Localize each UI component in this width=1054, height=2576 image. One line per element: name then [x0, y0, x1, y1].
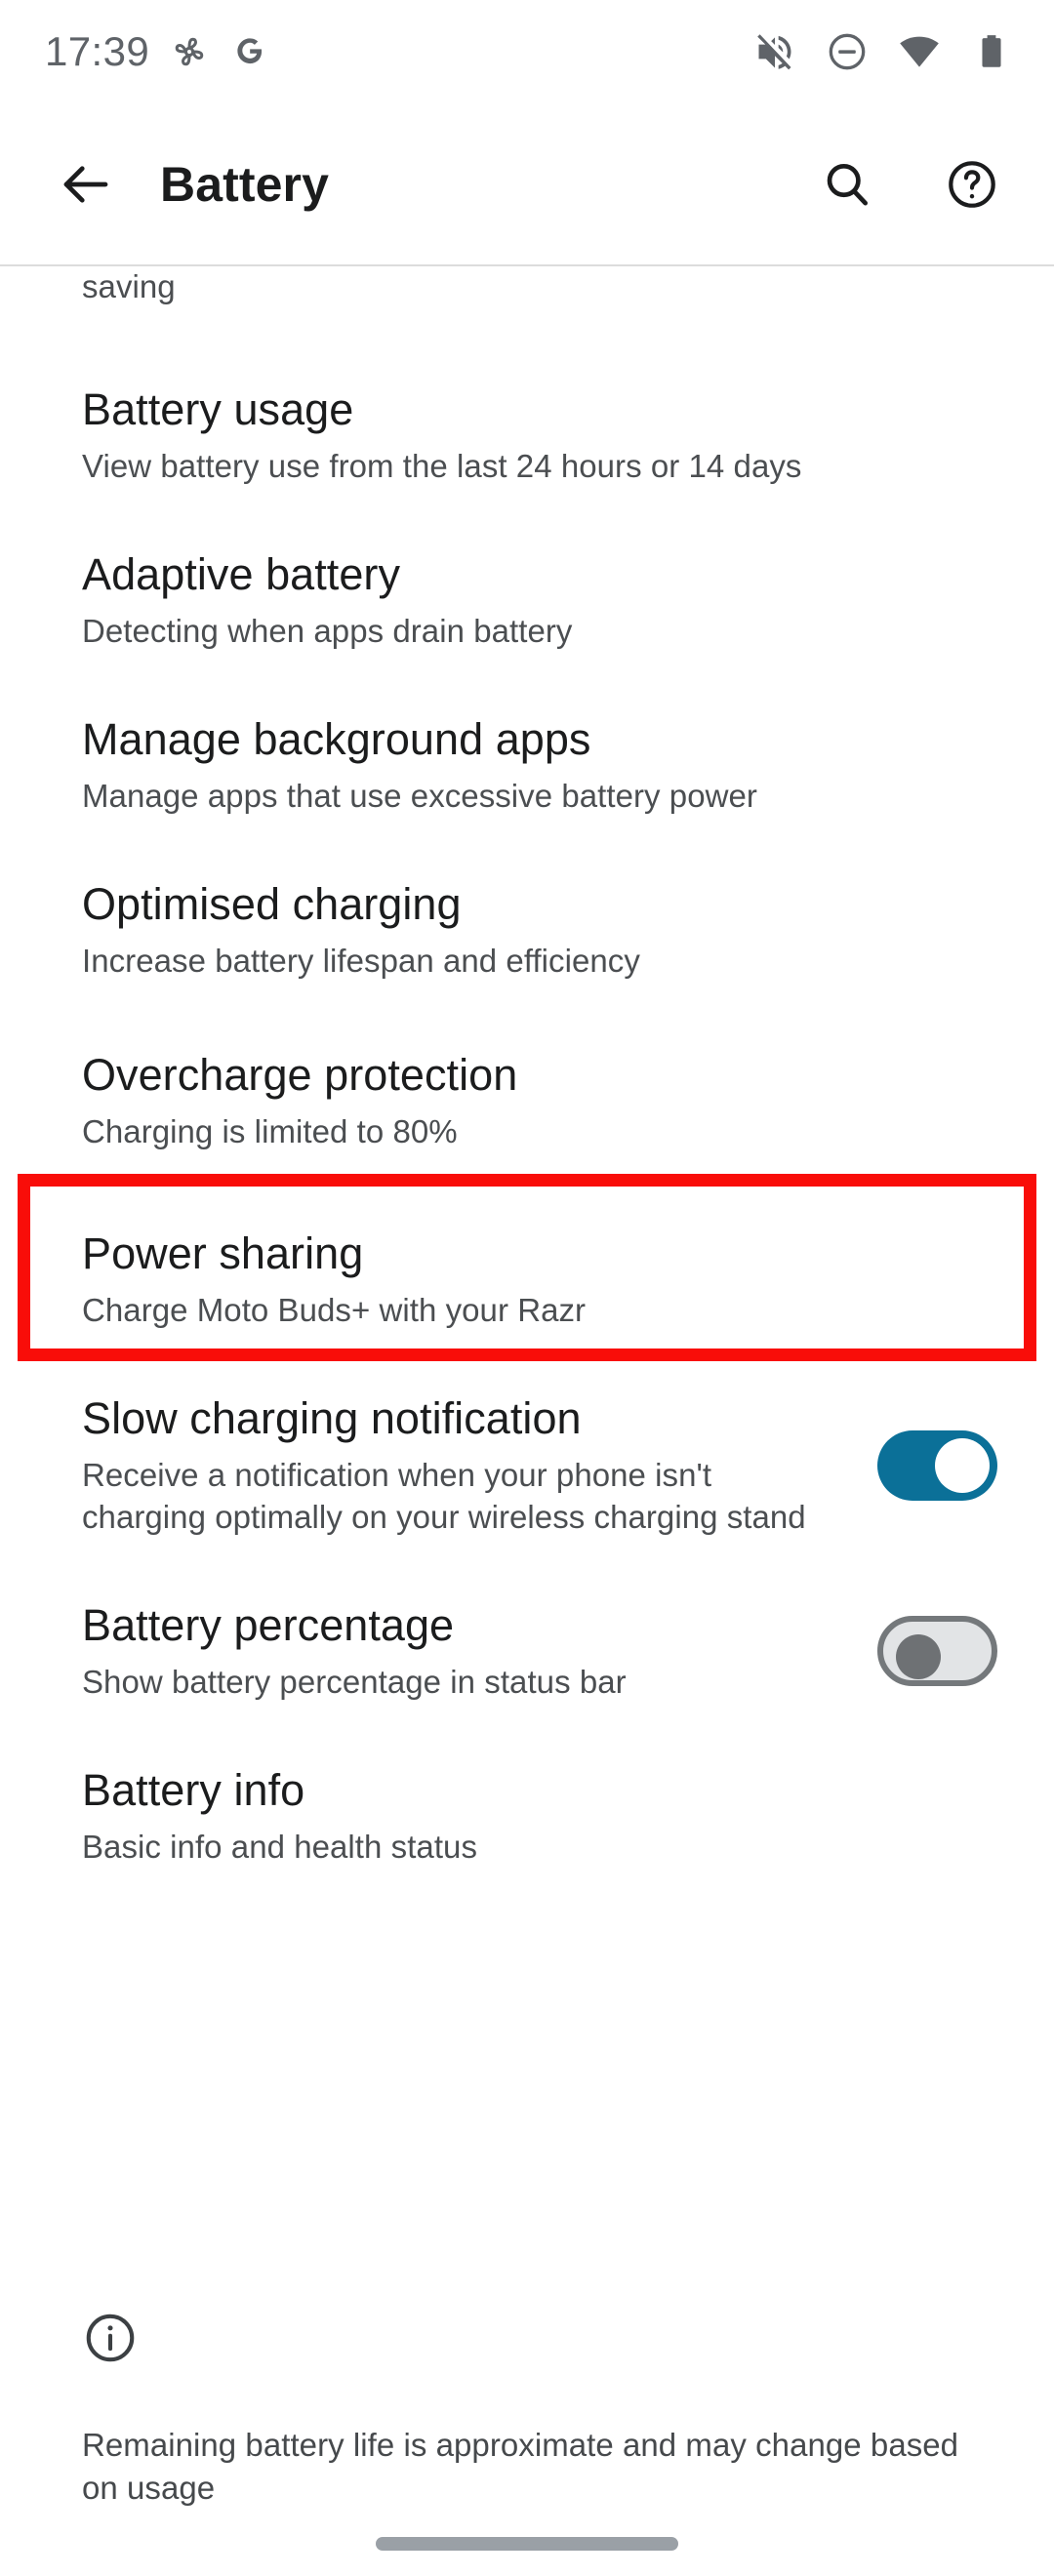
- list-item-title: Power sharing: [82, 1228, 364, 1278]
- help-button[interactable]: [927, 140, 1017, 229]
- list-item-title: Battery percentage: [82, 1599, 455, 1650]
- footer-note-text: Remaining battery life is approximate an…: [82, 2427, 959, 2506]
- list-item-text: Battery usage View battery use from the …: [82, 383, 1013, 488]
- home-gesture-bar[interactable]: [376, 2537, 678, 2551]
- wifi-icon: [900, 36, 939, 67]
- list-item-title: Optimised charging: [82, 878, 462, 929]
- battery-settings-screen: 17:39 Battery saving Battery usage View …: [0, 0, 1054, 2576]
- list-item-adaptive-battery[interactable]: Adaptive battery Detecting when apps dra…: [0, 548, 1054, 653]
- help-circle-icon: [949, 160, 995, 208]
- list-item-subtitle: saving: [82, 268, 176, 304]
- list-item-title: Slow charging notification: [82, 1392, 582, 1443]
- do-not-disturb-icon: [829, 33, 866, 69]
- back-arrow-icon: [63, 165, 108, 203]
- list-item-text: Adaptive battery Detecting when apps dra…: [82, 548, 1013, 653]
- google-g-icon: [237, 37, 263, 63]
- status-bar-left: 17:39: [45, 27, 270, 74]
- list-item-text: Overcharge protection Charging is limite…: [82, 1049, 1013, 1153]
- settings-list[interactable]: saving Battery usage View battery use fr…: [0, 266, 1054, 1869]
- list-item-subtitle: View battery use from the last 24 hours …: [82, 448, 802, 485]
- footer-note-block: Remaining battery life is approximate an…: [0, 2310, 1054, 2510]
- search-button[interactable]: [802, 140, 892, 229]
- list-item-battery-percentage[interactable]: Battery percentage Show battery percenta…: [0, 1599, 1054, 1704]
- list-item-title: Manage background apps: [82, 713, 591, 764]
- list-item-partial[interactable]: saving: [0, 266, 1054, 323]
- list-item-text: Battery percentage Show battery percenta…: [82, 1599, 853, 1704]
- list-item-text: Power sharing Charge Moto Buds+ with you…: [82, 1228, 1013, 1332]
- pinwheel-icon: [175, 37, 204, 65]
- list-item-text: Optimised charging Increase battery life…: [82, 878, 1013, 983]
- list-item-title: Battery usage: [82, 384, 354, 434]
- page-title: Battery: [160, 156, 329, 212]
- list-item-title: Overcharge protection: [82, 1049, 518, 1100]
- slow-charging-notification-toggle[interactable]: [877, 1429, 997, 1501]
- status-bar-clock: 17:39: [45, 27, 150, 74]
- list-item-subtitle: Detecting when apps drain battery: [82, 613, 573, 650]
- search-icon: [827, 163, 868, 205]
- list-item-subtitle: Show battery percentage in status bar: [82, 1663, 627, 1700]
- toggle-knob: [896, 1634, 941, 1680]
- status-bar: 17:39: [0, 0, 1054, 102]
- toggle-wrap: [853, 1429, 997, 1501]
- list-item-subtitle: Basic info and health status: [82, 1828, 477, 1865]
- back-button[interactable]: [41, 140, 131, 229]
- list-item-overcharge-protection[interactable]: Overcharge protection Charging is limite…: [0, 1049, 1054, 1153]
- list-item-power-sharing[interactable]: Power sharing Charge Moto Buds+ with you…: [0, 1228, 1054, 1332]
- list-item-slow-charging-notification[interactable]: Slow charging notification Receive a not…: [0, 1392, 1054, 1539]
- list-item-subtitle: Increase battery lifespan and efficiency: [82, 943, 640, 980]
- battery-percentage-toggle[interactable]: [877, 1616, 997, 1687]
- list-item-text: Slow charging notification Receive a not…: [82, 1392, 853, 1539]
- list-item-text: Battery info Basic info and health statu…: [82, 1764, 1013, 1869]
- toggle-wrap: [853, 1616, 997, 1687]
- battery-full-icon: [982, 34, 1001, 67]
- volume-off-icon: [757, 33, 791, 69]
- list-item-manage-background-apps[interactable]: Manage background apps Manage apps that …: [0, 713, 1054, 818]
- toggle-knob: [935, 1437, 990, 1493]
- list-item-subtitle: Charge Moto Buds+ with your Razr: [82, 1292, 587, 1329]
- list-item-text: Manage background apps Manage apps that …: [82, 713, 1013, 818]
- status-bar-right: [753, 30, 1013, 73]
- list-item-subtitle: Charging is limited to 80%: [82, 1113, 458, 1150]
- list-item-title: Adaptive battery: [82, 548, 400, 599]
- list-item-subtitle: Receive a notification when your phone i…: [82, 1457, 806, 1535]
- list-item-battery-usage[interactable]: Battery usage View battery use from the …: [0, 383, 1054, 488]
- info-icon: [86, 2314, 135, 2362]
- list-item-battery-info[interactable]: Battery info Basic info and health statu…: [0, 1764, 1054, 1869]
- list-item-optimised-charging[interactable]: Optimised charging Increase battery life…: [0, 878, 1054, 983]
- app-bar: Battery: [0, 102, 1054, 265]
- list-item-subtitle: Manage apps that use excessive battery p…: [82, 778, 757, 815]
- list-item-title: Battery info: [82, 1764, 305, 1815]
